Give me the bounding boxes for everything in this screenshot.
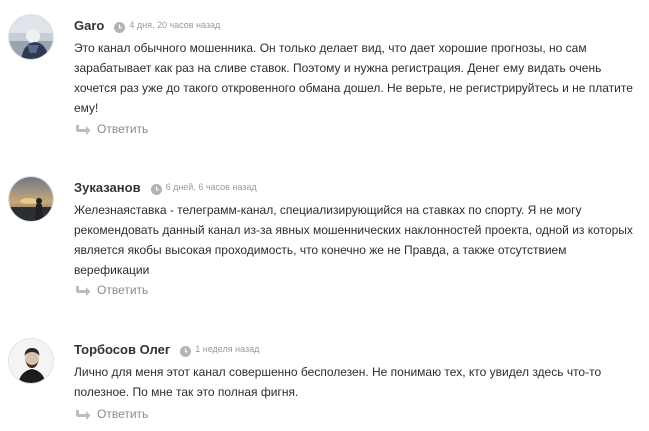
comment-header: Торбосов Олег 1 неделя назад (74, 340, 259, 358)
comment-author[interactable]: Торбосов Олег (74, 342, 170, 357)
comment-text-line: верефикации (74, 263, 150, 277)
clock-icon (114, 20, 126, 33)
comment-text-line: хочется раз уже до такого откровенного о… (74, 81, 633, 95)
reply-button[interactable]: Ответить (75, 120, 148, 138)
reply-label[interactable]: Ответить (97, 122, 148, 136)
comment-author[interactable]: Зуказанов (74, 180, 141, 195)
comment-text-line: рекомендовать данный канал из-за явных м… (74, 223, 633, 237)
comment-text-line: является якобы высокая проходимость, что… (74, 243, 567, 257)
reply-label[interactable]: Ответить (97, 407, 148, 421)
comment-date[interactable]: 1 неделя назад (195, 344, 259, 354)
clock-icon (180, 344, 192, 357)
reply-label[interactable]: Ответить (97, 283, 148, 297)
avatar[interactable] (8, 338, 54, 384)
comment-text: Лично для меня этот канал совершенно бес… (74, 362, 634, 402)
avatar[interactable] (8, 14, 54, 60)
comment-text-line: зарабатывает как раз на сливе ставок. По… (74, 61, 602, 75)
comment-text: Железнаяставка - телеграмм-канал, специа… (74, 200, 634, 280)
clock-icon (150, 182, 162, 195)
comment-author[interactable]: Garo (74, 18, 104, 33)
comment-header: Garo 4 дня, 20 часов назад (74, 16, 220, 34)
comment-header: Зуказанов 6 дней, 6 часов назад (74, 178, 257, 196)
comment-text-line: Железнаяставка - телеграмм-канал, специа… (74, 203, 582, 217)
comment-date[interactable]: 4 дня, 20 часов назад (129, 20, 220, 30)
comment-text-line: Лично для меня этот канал совершенно бес… (74, 365, 602, 379)
reply-arrow-icon (75, 123, 91, 135)
comment-text: Это канал обычного мошенника. Он только … (74, 38, 634, 118)
reply-button[interactable]: Ответить (75, 281, 148, 299)
comment-date[interactable]: 6 дней, 6 часов назад (166, 182, 257, 192)
comment-text-line: ему! (74, 101, 99, 115)
reply-arrow-icon (75, 408, 91, 420)
comment-text-line: полезное. По мне так это полная фигня. (74, 385, 299, 399)
reply-arrow-icon (75, 284, 91, 296)
comment-text-line: Это канал обычного мошенника. Он только … (74, 41, 587, 55)
reply-button[interactable]: Ответить (75, 405, 148, 423)
avatar[interactable] (8, 176, 54, 222)
